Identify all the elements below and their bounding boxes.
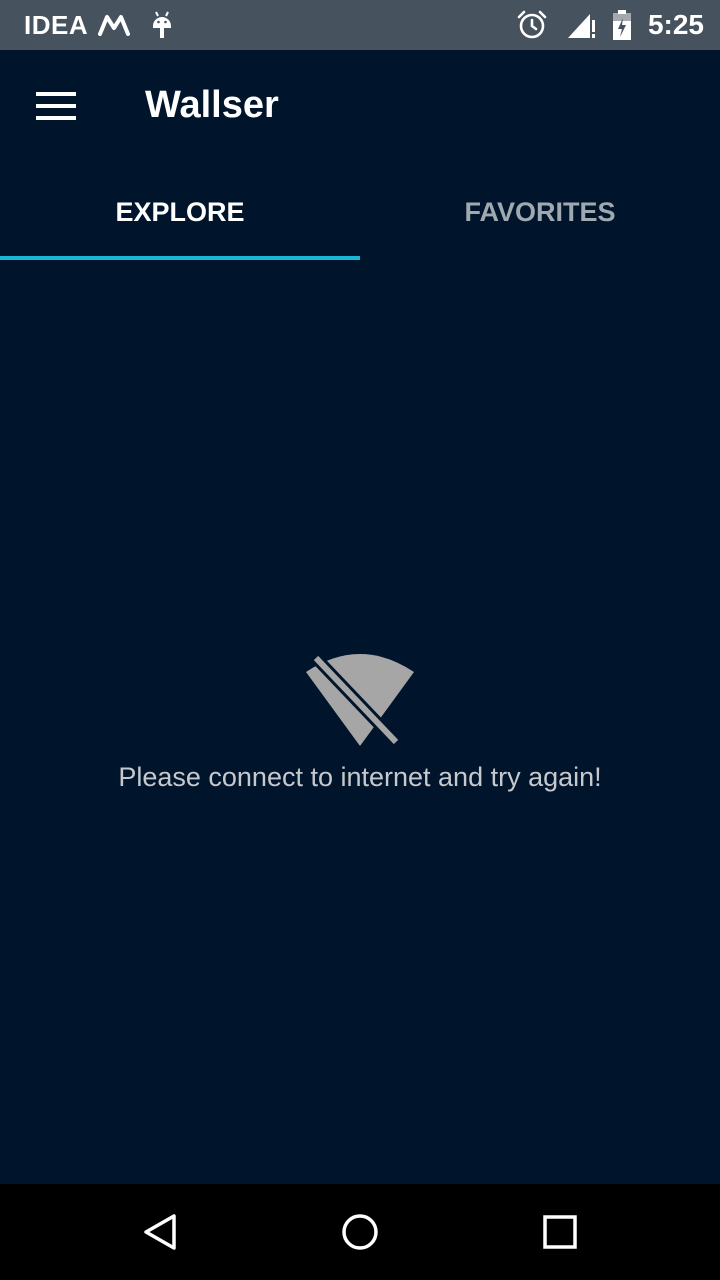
recents-icon[interactable] [532, 1204, 588, 1260]
tab-explore-label: EXPLORE [115, 196, 245, 227]
clock: 5:25 [647, 9, 704, 40]
alarm-icon [516, 9, 548, 41]
system-nav-bar [0, 1184, 720, 1280]
home-icon[interactable] [332, 1204, 388, 1260]
tab-favorites[interactable]: FAVORITES [360, 164, 720, 260]
tab-favorites-label: FAVORITES [464, 196, 616, 227]
status-bar: IDEA 5:25 [0, 0, 720, 50]
tab-bar: EXPLORE FAVORITES [0, 164, 720, 260]
app-title: Wallser [145, 84, 279, 126]
hamburger-menu-icon[interactable] [24, 74, 88, 138]
empty-state-message: Please connect to internet and try again… [118, 762, 602, 792]
content-area: Please connect to internet and try again… [0, 260, 720, 1184]
signal-icon [566, 10, 598, 40]
motorola-icon [98, 14, 131, 36]
empty-state: Please connect to internet and try again… [0, 654, 720, 793]
tab-explore[interactable]: EXPLORE [0, 164, 360, 260]
app-bar: Wallser [0, 50, 720, 164]
wifi-off-icon [304, 654, 416, 750]
android-notification-icon [150, 10, 174, 40]
carrier-label: IDEA [24, 9, 89, 40]
status-right: 5:25 [516, 0, 704, 50]
battery-icon [612, 9, 632, 41]
back-icon[interactable] [132, 1204, 188, 1260]
status-left: IDEA [24, 0, 174, 50]
